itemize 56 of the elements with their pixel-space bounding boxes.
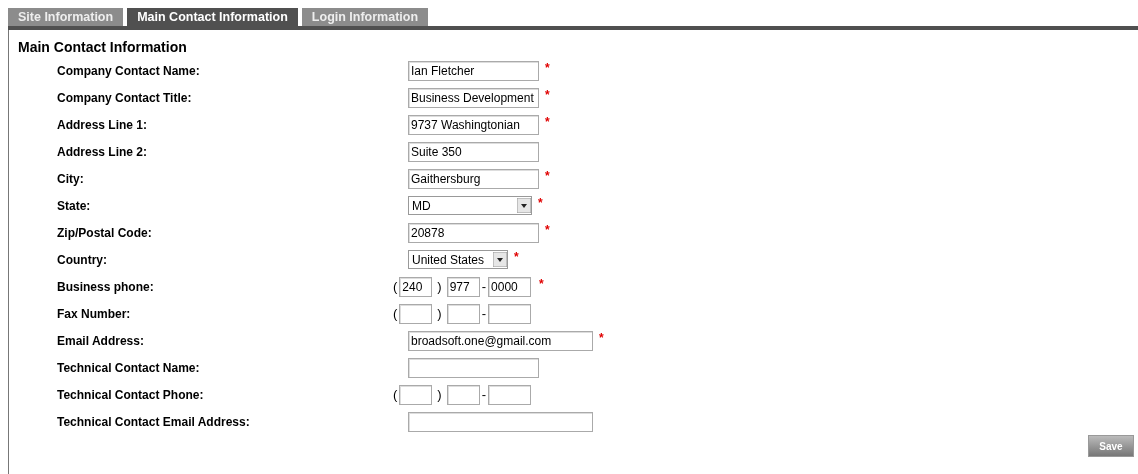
separator-text: )	[437, 385, 442, 404]
field-label: Zip/Postal Code:	[56, 224, 153, 242]
phone-field[interactable]	[488, 303, 532, 324]
section-title: Main Contact Information	[17, 38, 188, 57]
dropdown-arrow-icon	[493, 252, 507, 267]
field-label: Business phone:	[56, 278, 155, 296]
required-mark: *	[599, 329, 604, 347]
field-label: Technical Contact Name:	[56, 359, 201, 377]
text-field[interactable]: Suite 350	[408, 141, 539, 162]
required-mark: *	[539, 275, 544, 293]
separator-text: (	[393, 304, 398, 323]
text-field[interactable]: 9737 Washingtonian	[408, 114, 539, 135]
phone-field[interactable]	[488, 384, 532, 405]
phone-field[interactable]	[399, 303, 433, 324]
field-label: State:	[56, 197, 92, 215]
phone-field[interactable]: 0000	[488, 276, 532, 297]
tab[interactable]: Main Contact Information	[127, 8, 298, 26]
required-mark: *	[545, 59, 550, 77]
text-field[interactable]: Business Development	[408, 87, 539, 108]
field-label: Country:	[56, 251, 108, 269]
required-mark: *	[545, 113, 550, 131]
field-label: Email Address:	[56, 332, 145, 350]
text-field[interactable]: Ian Fletcher	[408, 60, 539, 81]
phone-field[interactable]	[399, 384, 433, 405]
separator-text: )	[437, 277, 442, 296]
field-label: Technical Contact Phone:	[56, 386, 205, 404]
phone-field[interactable]	[446, 384, 480, 405]
field-label: Company Contact Name:	[56, 62, 201, 80]
separator-text: )	[437, 304, 442, 323]
phone-field[interactable]: 240	[399, 276, 433, 297]
required-mark: *	[545, 167, 550, 185]
text-field[interactable]	[408, 357, 539, 378]
text-field[interactable]: 20878	[408, 222, 539, 243]
required-mark: *	[538, 194, 543, 212]
separator-text: (	[393, 277, 398, 296]
dropdown[interactable]: MD	[408, 196, 532, 215]
dropdown-arrow-icon	[517, 198, 531, 213]
separator-text: (	[393, 385, 398, 404]
field-label: Company Contact Title:	[56, 89, 193, 107]
field-label: Address Line 2:	[56, 143, 149, 161]
required-mark: *	[545, 86, 550, 104]
phone-field[interactable]	[446, 303, 480, 324]
dropdown[interactable]: United States	[408, 250, 508, 269]
email-field[interactable]: broadsoft.one@gmail.com	[408, 330, 593, 351]
field-label: Technical Contact Email Address:	[56, 413, 251, 431]
separator-text: -	[481, 304, 487, 323]
separator-text: -	[481, 277, 487, 296]
required-mark: *	[545, 221, 550, 239]
separator-text: -	[481, 385, 487, 404]
field-label: Address Line 1:	[56, 116, 149, 134]
text-field[interactable]: Gaithersburg	[408, 168, 539, 189]
phone-field[interactable]: 977	[446, 276, 480, 297]
field-label: City:	[56, 170, 85, 188]
field-label: Fax Number:	[56, 305, 132, 323]
required-mark: *	[514, 248, 519, 266]
email-field[interactable]	[408, 411, 593, 432]
